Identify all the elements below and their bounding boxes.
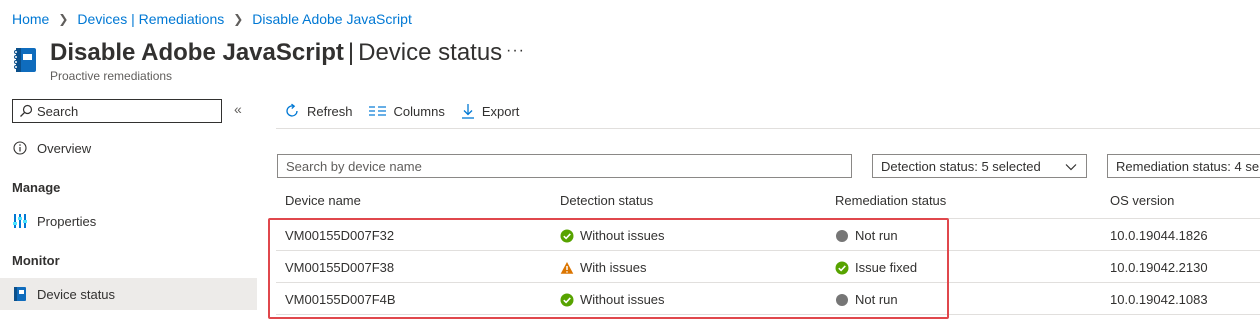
- sidebar-item-device-status[interactable]: Device status: [0, 278, 257, 310]
- device-name-cell: VM00155D007F32: [285, 228, 395, 243]
- remediation-status-cell: Not run: [835, 228, 898, 243]
- remediation-status-text: Not run: [855, 228, 898, 243]
- page-title-main: Disable Adobe JavaScript: [50, 39, 344, 66]
- sidebar-item-label: Device status: [37, 286, 116, 302]
- sidebar-search-input[interactable]: [37, 103, 207, 119]
- device-name-cell: VM00155D007F4B: [285, 292, 396, 307]
- breadcrumb: Home ❯ Devices | Remediations ❯ Disable …: [12, 10, 412, 28]
- os-version-cell: 10.0.19042.1083: [1110, 292, 1208, 307]
- remediation-status-text: Not run: [855, 292, 898, 307]
- refresh-label: Refresh: [307, 103, 353, 119]
- column-header-detection-status[interactable]: Detection status: [560, 193, 653, 208]
- more-actions-button[interactable]: ···: [506, 42, 525, 60]
- refresh-icon: [286, 103, 298, 117]
- sidebar-search-box[interactable]: [12, 99, 222, 123]
- detection-status-cell: Without issues: [560, 228, 665, 243]
- sidebar-item-label: Properties: [37, 213, 97, 229]
- table-row[interactable]: VM00155D007F32 Without issues Not run 10…: [276, 219, 1260, 251]
- chevron-right-icon: ❯: [233, 12, 244, 26]
- page-subtitle: Proactive remediations: [50, 69, 173, 83]
- sidebar-item-overview[interactable]: Overview: [0, 132, 257, 164]
- warning-icon: [560, 261, 574, 274]
- device-search-input[interactable]: [277, 154, 852, 178]
- toolbar-divider: [276, 128, 1260, 129]
- detection-filter-label: Detection status: 5 selected: [881, 158, 1041, 174]
- search-icon: [20, 104, 33, 117]
- chevron-right-icon: ❯: [58, 12, 69, 26]
- detection-status-text: Without issues: [580, 292, 665, 307]
- info-icon: [12, 140, 28, 156]
- detection-status-text: With issues: [580, 260, 647, 275]
- breadcrumb-script[interactable]: Disable Adobe JavaScript: [252, 11, 412, 27]
- remediation-status-cell: Not run: [835, 292, 898, 307]
- detection-status-text: Without issues: [580, 228, 665, 243]
- command-bar: Refresh Columns Export: [284, 100, 535, 122]
- script-icon: [12, 46, 38, 74]
- success-check-icon: [835, 261, 849, 274]
- breadcrumb-home[interactable]: Home: [12, 11, 49, 27]
- breadcrumb-devices-remediations[interactable]: Devices | Remediations: [77, 11, 224, 27]
- table-row[interactable]: VM00155D007F4B Without issues Not run 10…: [276, 283, 1260, 315]
- detection-status-cell: With issues: [560, 260, 646, 275]
- download-icon: [461, 104, 474, 119]
- sidebar-item-properties[interactable]: Properties: [0, 205, 257, 237]
- title-separator: |: [347, 39, 355, 66]
- columns-button[interactable]: Columns: [368, 103, 445, 119]
- os-version-cell: 10.0.19044.1826: [1110, 228, 1208, 243]
- columns-icon: [368, 106, 386, 116]
- column-header-os-version[interactable]: OS version: [1110, 193, 1174, 208]
- remediation-status-cell: Issue fixed: [835, 260, 917, 275]
- remediation-status-filter[interactable]: Remediation status: 4 selected: [1107, 154, 1260, 178]
- sidebar-section-monitor: Monitor: [12, 253, 60, 268]
- remediation-status-text: Issue fixed: [855, 260, 918, 275]
- success-check-icon: [560, 293, 574, 306]
- page-title-section: Device status: [358, 39, 503, 66]
- success-check-icon: [560, 229, 574, 242]
- column-header-remediation-status[interactable]: Remediation status: [835, 193, 946, 208]
- export-label: Export: [481, 103, 520, 119]
- export-button[interactable]: Export: [461, 103, 520, 119]
- remediation-filter-label: Remediation status: 4 selected: [1116, 158, 1260, 174]
- properties-icon: [12, 213, 28, 229]
- not-run-dot-icon: [836, 229, 848, 242]
- detection-status-filter[interactable]: Detection status: 5 selected: [872, 154, 1087, 178]
- columns-label: Columns: [393, 103, 445, 119]
- refresh-button[interactable]: Refresh: [284, 103, 353, 119]
- device-name-cell: VM00155D007F38: [285, 260, 395, 275]
- sidebar-section-manage: Manage: [12, 180, 61, 195]
- table-row[interactable]: VM00155D007F38 With issues Issue fixed 1…: [276, 251, 1260, 283]
- sidebar-item-label: Overview: [37, 140, 92, 156]
- page-title: Disable Adobe JavaScript | Device status: [50, 38, 502, 68]
- not-run-dot-icon: [836, 293, 848, 306]
- detection-status-cell: Without issues: [560, 292, 665, 307]
- chevron-down-icon: [1065, 164, 1077, 171]
- device-status-icon: [12, 286, 28, 302]
- column-header-device-name[interactable]: Device name: [285, 193, 361, 208]
- os-version-cell: 10.0.19042.2130: [1110, 260, 1208, 275]
- collapse-sidebar-button[interactable]: «: [234, 101, 242, 117]
